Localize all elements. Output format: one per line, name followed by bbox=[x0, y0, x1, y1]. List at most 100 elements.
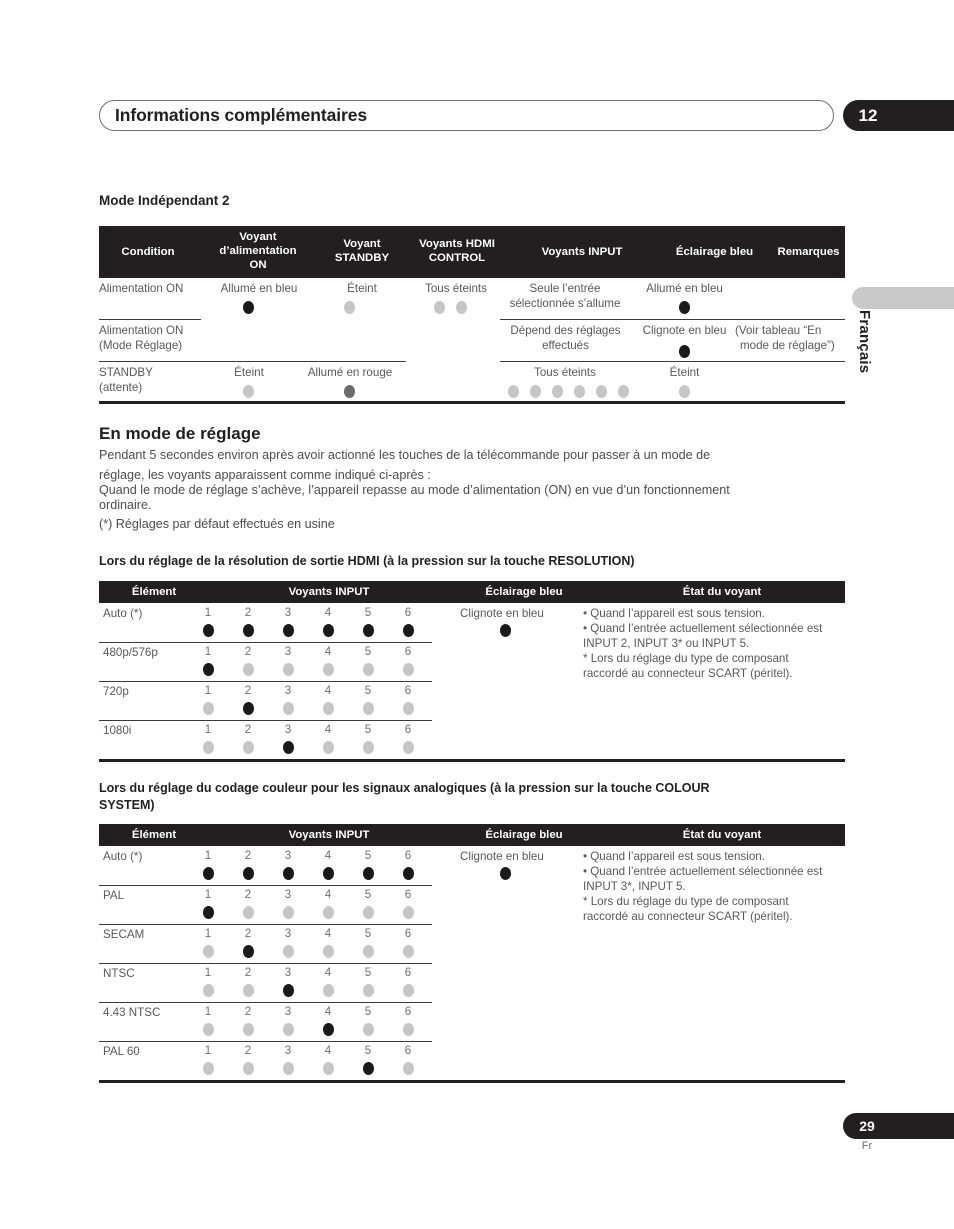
table2-row3-num-3: 3 bbox=[284, 684, 292, 697]
table3-row5-num-4: 4 bbox=[324, 1005, 332, 1018]
table3-state-line-3: INPUT 3*, INPUT 5. bbox=[583, 880, 686, 893]
table1-row2-input-line2: effectués bbox=[542, 339, 589, 352]
table2-row3-num-4: 4 bbox=[324, 684, 332, 697]
table3-row5-dot-2 bbox=[243, 1023, 254, 1036]
table1-row3-standby-dot bbox=[344, 385, 355, 398]
table3-bottom-rule bbox=[99, 1080, 845, 1083]
table1-row2-blue: Clignote en bleu bbox=[642, 324, 727, 337]
table2-row2-num-1: 1 bbox=[204, 645, 212, 658]
table3-row1-num-2: 2 bbox=[244, 849, 252, 862]
table1-header-condition: Condition bbox=[121, 246, 175, 258]
table2-row3-dot-6 bbox=[403, 702, 414, 715]
table2-row2-num-5: 5 bbox=[364, 645, 372, 658]
table3-row4-num-1: 1 bbox=[204, 966, 212, 979]
table2-row4-dot-3 bbox=[283, 741, 294, 754]
table2-row2-num-4: 4 bbox=[324, 645, 332, 658]
table1-header-blue: Éclairage bleu bbox=[675, 246, 754, 258]
table3-row4-dot-4 bbox=[323, 984, 334, 997]
table3-sep-5 bbox=[99, 1041, 432, 1042]
table1-row3-condition-line2: (attente) bbox=[99, 381, 143, 394]
table3-header-state: État du voyant bbox=[682, 829, 762, 841]
table1-row3-power: Éteint bbox=[234, 366, 264, 379]
table2-row2-dot-5 bbox=[363, 663, 374, 676]
table2-row1-dot-3 bbox=[283, 624, 294, 637]
table3-row4-num-6: 6 bbox=[404, 966, 412, 979]
table2-row3-num-5: 5 bbox=[364, 684, 372, 697]
table2-header-blue: Éclairage bleu bbox=[485, 586, 563, 598]
table1-header-remarks: Remarques bbox=[777, 246, 840, 258]
table1-row1-input-line2: sélectionnée s’allume bbox=[509, 297, 621, 310]
table3-row6-dot-5 bbox=[363, 1062, 374, 1075]
table1-row1-standby-dot bbox=[344, 301, 355, 314]
table2-state-line-1: • Quand l’appareil est sous tension. bbox=[583, 607, 765, 620]
table3-row6-dot-6 bbox=[403, 1062, 414, 1075]
table1-row1-blue: Allumé en bleu bbox=[646, 282, 723, 295]
table2-row1-num-5: 5 bbox=[364, 606, 372, 619]
table2-bottom-rule bbox=[99, 759, 845, 762]
table2-row4-dot-4 bbox=[323, 741, 334, 754]
table3-row3-dot-5 bbox=[363, 945, 374, 958]
table3-row3-dot-2 bbox=[243, 945, 254, 958]
table2-row1-num-1: 1 bbox=[204, 606, 212, 619]
table1-row3-input-dot-6 bbox=[618, 385, 629, 398]
table1-sep2-right bbox=[500, 361, 845, 362]
table2-row4-label: 1080i bbox=[103, 724, 132, 737]
table3-row3-num-1: 1 bbox=[204, 927, 212, 940]
table3-row3-num-3: 3 bbox=[284, 927, 292, 940]
table3-row4-dot-6 bbox=[403, 984, 414, 997]
side-tab-cap bbox=[852, 287, 954, 309]
table1-row2-remarks-line1: (Voir tableau “En bbox=[735, 324, 822, 337]
table2-state-line-2: • Quand l’entrée actuellement sélectionn… bbox=[583, 622, 823, 635]
table2-row3-dot-3 bbox=[283, 702, 294, 715]
table3-row4-dot-2 bbox=[243, 984, 254, 997]
table3-row4-num-5: 5 bbox=[364, 966, 372, 979]
table3-row5-num-6: 6 bbox=[404, 1005, 412, 1018]
table3-blue-label: Clignote en bleu bbox=[460, 850, 544, 863]
table3-row1-num-3: 3 bbox=[284, 849, 292, 862]
table2-blue-label: Clignote en bleu bbox=[460, 607, 544, 620]
table3-row5-num-5: 5 bbox=[364, 1005, 372, 1018]
table2-blue-dot bbox=[500, 624, 511, 637]
table3-row2-label: PAL bbox=[103, 889, 125, 902]
table3-state-line-5: raccordé au connecteur SCART (péritel). bbox=[583, 910, 793, 923]
table3-row6-num-1: 1 bbox=[204, 1044, 212, 1057]
table2-row3-num-1: 1 bbox=[204, 684, 212, 697]
table3-row2-num-3: 3 bbox=[284, 888, 292, 901]
table2-row4-dot-1 bbox=[203, 741, 214, 754]
table3-row6-num-6: 6 bbox=[404, 1044, 412, 1057]
table1-row1-input-line1: Seule l’entrée bbox=[529, 282, 601, 295]
table3-row1-num-5: 5 bbox=[364, 849, 372, 862]
table3-row3-dot-4 bbox=[323, 945, 334, 958]
table3-row2-num-4: 4 bbox=[324, 888, 332, 901]
table3-row6-num-4: 4 bbox=[324, 1044, 332, 1057]
table2-row1-num-6: 6 bbox=[404, 606, 412, 619]
page-number: 29 bbox=[859, 1118, 875, 1134]
table2-row3-dot-4 bbox=[323, 702, 334, 715]
table2-row1-num-2: 2 bbox=[244, 606, 252, 619]
table2-row2-dot-2 bbox=[243, 663, 254, 676]
table3-row1-dot-6 bbox=[403, 867, 414, 880]
section-title-colour-system-line2: SYSTEM) bbox=[99, 798, 155, 812]
table3-row5-dot-1 bbox=[203, 1023, 214, 1036]
table3-row5-dot-3 bbox=[283, 1023, 294, 1036]
table3-row1-dot-5 bbox=[363, 867, 374, 880]
table3-row5-dot-6 bbox=[403, 1023, 414, 1036]
table2-row4-num-6: 6 bbox=[404, 723, 412, 736]
table3-row4-num-3: 3 bbox=[284, 966, 292, 979]
table1-header-power-line2: d’alimentation bbox=[219, 245, 297, 257]
table1-row1-standby: Éteint bbox=[347, 282, 377, 295]
table3-header-element: Élément bbox=[131, 829, 177, 841]
table3-row1-dot-4 bbox=[323, 867, 334, 880]
table2-row4-num-2: 2 bbox=[244, 723, 252, 736]
table3-row5-label: 4.43 NTSC bbox=[103, 1006, 161, 1019]
table3-row4-num-4: 4 bbox=[324, 966, 332, 979]
table2-row1-dot-4 bbox=[323, 624, 334, 637]
table3-row3-dot-6 bbox=[403, 945, 414, 958]
table2-row4-num-1: 1 bbox=[204, 723, 212, 736]
table1-sep1-right bbox=[500, 319, 845, 320]
section-title-en-mode-de-reglage: En mode de réglage bbox=[99, 424, 261, 443]
table1-row1-condition: Alimentation ON bbox=[99, 282, 184, 295]
table1-row3-blue: Éteint bbox=[669, 366, 700, 379]
table3-row5-num-2: 2 bbox=[244, 1005, 252, 1018]
table1-header-standby-line1: Voyant bbox=[343, 238, 381, 250]
